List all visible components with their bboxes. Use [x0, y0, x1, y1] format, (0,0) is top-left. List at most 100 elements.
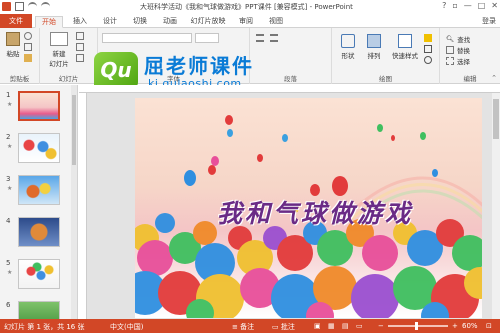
- maximize-button[interactable]: □: [478, 1, 486, 10]
- slide-sorter-icon[interactable]: ▦: [328, 322, 335, 330]
- status-bar: 幻灯片 第 1 张，共 16 张 中文(中国) ≡ 备注 ▭ 批注 ▣ ▦ ▤ …: [0, 319, 500, 333]
- new-slide-icon: [50, 32, 68, 46]
- tab-transitions[interactable]: 切换: [126, 16, 154, 28]
- comment-icon: ▭: [272, 323, 281, 331]
- slide-thumbnail-3[interactable]: 3 ★: [4, 175, 72, 211]
- normal-view-icon[interactable]: ▣: [314, 322, 321, 330]
- slide-editing-area: 我和气球做游戏: [79, 85, 500, 319]
- slide-thumbnail-1[interactable]: 1 ★: [4, 91, 72, 127]
- fit-slide-icon[interactable]: ⊡: [486, 322, 492, 330]
- slide-thumbnail-pane: 1 ★ 2 ★ 3 ★ 4 5 ★ 6: [0, 85, 78, 319]
- tab-animations[interactable]: 动画: [156, 16, 184, 28]
- section-icon: [76, 54, 84, 62]
- slide-thumbnail-6[interactable]: 6: [4, 301, 72, 319]
- tab-home[interactable]: 开始: [35, 16, 63, 28]
- thumbnail-scrollbar[interactable]: [71, 85, 77, 319]
- title-bar: 大班科学活动《我和气球做游戏》PPT课件 [兼容模式] - PowerPoint…: [0, 0, 500, 14]
- slides-group-label: 幻灯片: [58, 75, 79, 83]
- slide-counter: 幻灯片 第 1 张，共 16 张: [4, 323, 85, 331]
- shapes-button[interactable]: 形状: [336, 34, 360, 60]
- paint-bucket-icon: [424, 34, 432, 42]
- slide-thumbnail-image: [18, 133, 60, 163]
- scissors-icon: [24, 32, 32, 40]
- shape-effects-button[interactable]: [424, 56, 432, 64]
- zoom-slider-thumb[interactable]: [415, 322, 418, 330]
- horizontal-ruler: [79, 85, 500, 93]
- slideshow-icon[interactable]: ▭: [356, 322, 363, 330]
- shape-fill-button[interactable]: [424, 34, 432, 42]
- editor-scrollbar[interactable]: [492, 93, 500, 319]
- reading-view-icon[interactable]: ▤: [342, 322, 349, 330]
- redo-icon[interactable]: [41, 2, 50, 11]
- search-icon: 🔍︎: [446, 35, 455, 43]
- animation-star-icon: ★: [7, 101, 13, 108]
- ribbon-tabs: 文件 开始 插入 设计 切换 动画 幻灯片放映 审阅 视图 登录: [0, 14, 500, 28]
- slide-thumbnail-image: [18, 259, 60, 289]
- collapse-ribbon-icon[interactable]: ⌃: [491, 74, 497, 82]
- layout-icon: [76, 32, 84, 40]
- close-button[interactable]: ✕: [491, 1, 498, 10]
- slide-thumbnail-image: [18, 217, 60, 247]
- help-button[interactable]: ?: [442, 1, 446, 10]
- tab-slideshow[interactable]: 幻灯片放映: [186, 16, 230, 28]
- slide-thumbnail-image: [18, 175, 60, 205]
- arrange-icon: [367, 34, 381, 48]
- replace-button[interactable]: 替换: [446, 45, 470, 55]
- tab-view[interactable]: 视图: [262, 16, 290, 28]
- powerpoint-logo-icon: [2, 2, 11, 11]
- slides-group: 新建 幻灯片 幻灯片: [40, 28, 98, 84]
- comments-button[interactable]: ▭ 批注: [272, 322, 295, 332]
- arrange-button[interactable]: 排列: [362, 34, 386, 60]
- tab-insert[interactable]: 插入: [66, 16, 94, 28]
- slide-thumbnail-image: [18, 91, 60, 121]
- zoom-level[interactable]: 60%: [462, 322, 478, 330]
- reset-icon: [76, 43, 84, 51]
- slide-thumbnail-5[interactable]: 5 ★: [4, 259, 72, 295]
- save-icon[interactable]: [15, 2, 24, 11]
- slide-thumbnail-4[interactable]: 4: [4, 217, 72, 253]
- minimize-button[interactable]: —: [464, 1, 472, 10]
- vertical-ruler: [79, 93, 87, 319]
- section-button[interactable]: [76, 54, 84, 62]
- numbering-button[interactable]: [270, 34, 278, 42]
- drawing-group-label: 绘图: [379, 75, 392, 83]
- replace-icon: [446, 46, 454, 54]
- font-family-select[interactable]: [102, 33, 192, 43]
- reset-button[interactable]: [76, 43, 84, 51]
- undo-icon[interactable]: [28, 2, 37, 11]
- cut-button[interactable]: [24, 32, 32, 40]
- zoom-in-button[interactable]: +: [452, 322, 458, 330]
- bullets-button[interactable]: [256, 34, 264, 42]
- ribbon-display-button[interactable]: ▫: [452, 1, 457, 10]
- slide-thumbnail-2[interactable]: 2 ★: [4, 133, 72, 169]
- language-indicator[interactable]: 中文(中国): [110, 322, 143, 332]
- zoom-slider[interactable]: [388, 322, 448, 330]
- paste-button[interactable]: 粘贴: [4, 32, 22, 58]
- window-controls: ? ▫ — □ ✕: [442, 1, 498, 10]
- notes-button[interactable]: ≡ 备注: [232, 322, 254, 332]
- copy-button[interactable]: [24, 43, 32, 51]
- slide-canvas[interactable]: 我和气球做游戏: [135, 98, 482, 318]
- slide-title[interactable]: 我和气球做游戏: [175, 194, 455, 230]
- new-slide-button[interactable]: 新建 幻灯片: [46, 32, 72, 68]
- window-title: 大班科学活动《我和气球做游戏》PPT课件 [兼容模式] - PowerPoint: [140, 3, 353, 11]
- shape-outline-button[interactable]: [424, 45, 432, 53]
- scrollbar-thumb[interactable]: [72, 95, 76, 165]
- shapes-icon: [341, 34, 355, 48]
- format-painter-button[interactable]: [24, 54, 32, 62]
- find-button[interactable]: 🔍︎ 查找: [446, 34, 470, 44]
- pen-icon: [424, 45, 432, 53]
- zoom-out-button[interactable]: −: [378, 322, 384, 330]
- tab-file[interactable]: 文件: [0, 14, 32, 28]
- select-button[interactable]: 选择: [446, 56, 470, 66]
- layout-button[interactable]: [76, 32, 84, 40]
- tab-design[interactable]: 设计: [96, 16, 124, 28]
- login-link[interactable]: 登录: [482, 16, 496, 26]
- editing-group: 🔍︎ 查找 替换 选择 编辑 ⌃: [440, 28, 500, 84]
- tab-review[interactable]: 审阅: [232, 16, 260, 28]
- quick-styles-button[interactable]: 快速样式: [388, 34, 422, 60]
- animation-star-icon: ★: [7, 143, 13, 150]
- font-size-select[interactable]: [195, 33, 219, 43]
- scrollbar-thumb[interactable]: [493, 99, 499, 139]
- clipboard-icon: [6, 32, 20, 46]
